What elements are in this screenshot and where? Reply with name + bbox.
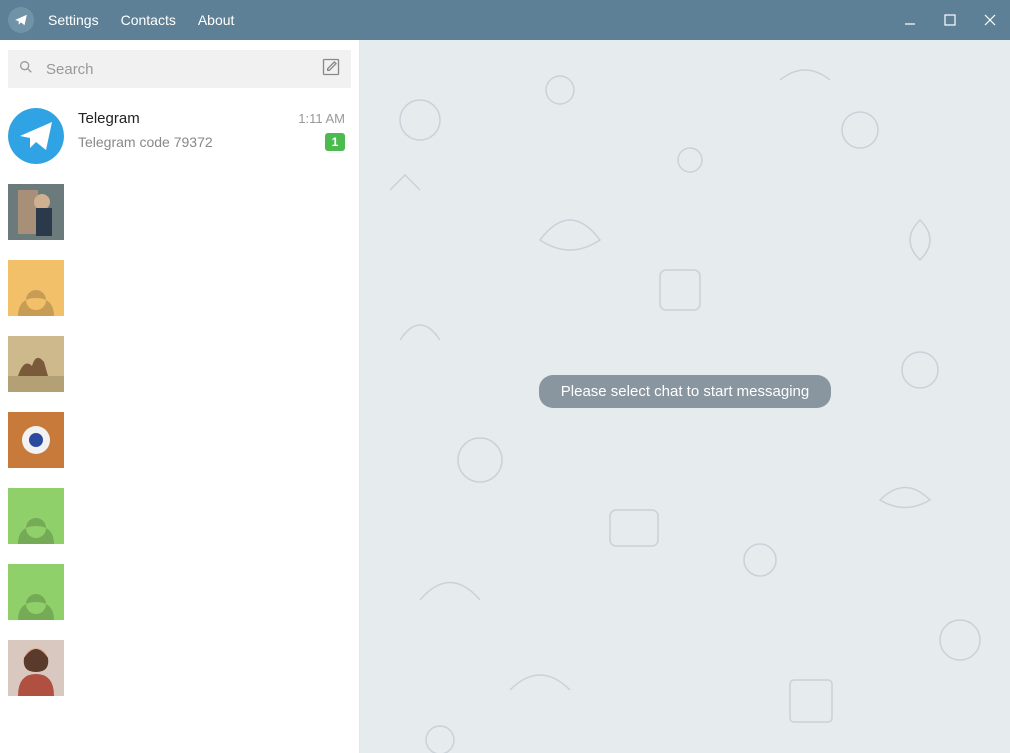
chat-meta <box>78 336 345 344</box>
menu-about[interactable]: About <box>198 12 235 28</box>
menu-settings[interactable]: Settings <box>48 12 99 28</box>
window-controls <box>890 0 1010 40</box>
main-menu: Settings Contacts About <box>48 12 234 28</box>
avatar <box>8 412 64 468</box>
menu-contacts[interactable]: Contacts <box>121 12 176 28</box>
app-window: Settings Contacts About <box>0 0 1010 753</box>
chat-meta: Telegram 1:11 AM Telegram code 79372 1 <box>78 108 345 151</box>
sidebar: Telegram 1:11 AM Telegram code 79372 1 <box>0 40 360 753</box>
avatar <box>8 260 64 316</box>
minimize-button[interactable] <box>890 0 930 40</box>
search-row <box>0 40 359 98</box>
chat-list-item[interactable] <box>0 402 359 478</box>
chat-meta <box>78 640 345 648</box>
search-input[interactable] <box>46 61 309 78</box>
avatar <box>8 336 64 392</box>
titlebar: Settings Contacts About <box>0 0 1010 40</box>
chat-meta <box>78 184 345 192</box>
avatar <box>8 108 64 164</box>
chat-list-item[interactable] <box>0 326 359 402</box>
app-logo-icon <box>8 7 34 33</box>
avatar <box>8 564 64 620</box>
unread-badge: 1 <box>325 133 345 151</box>
chat-list-item[interactable] <box>0 478 359 554</box>
chat-list-item[interactable] <box>0 630 359 706</box>
maximize-button[interactable] <box>930 0 970 40</box>
chat-list-item[interactable] <box>0 174 359 250</box>
search-icon <box>18 59 34 80</box>
avatar <box>8 640 64 696</box>
chat-meta <box>78 412 345 420</box>
chat-name: Telegram <box>78 110 140 127</box>
compose-icon[interactable] <box>321 57 341 82</box>
chat-list-item[interactable] <box>0 554 359 630</box>
chat-meta <box>78 260 345 268</box>
chat-list-item[interactable] <box>0 250 359 326</box>
chat-preview: Telegram code 79372 <box>78 134 213 150</box>
chat-time: 1:11 AM <box>298 111 345 126</box>
chat-list-item[interactable]: Telegram 1:11 AM Telegram code 79372 1 <box>0 98 359 174</box>
chat-meta <box>78 564 345 572</box>
avatar <box>8 488 64 544</box>
avatar <box>8 184 64 240</box>
chat-area: Please select chat to start messaging <box>360 40 1010 753</box>
chat-list: Telegram 1:11 AM Telegram code 79372 1 <box>0 98 359 753</box>
search-wrapper <box>8 50 351 88</box>
close-button[interactable] <box>970 0 1010 40</box>
empty-chat-hint: Please select chat to start messaging <box>539 375 831 408</box>
chat-meta <box>78 488 345 496</box>
app-body: Telegram 1:11 AM Telegram code 79372 1 <box>0 40 1010 753</box>
